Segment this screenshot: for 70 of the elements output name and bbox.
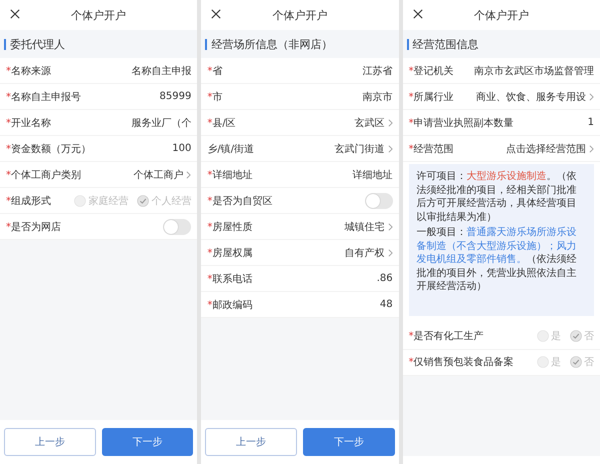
scope-note: 许可项目：大型游乐设施制造。（依法须经批准的项目，经相关部门批准后方可开展经营活动，具体经营项目以审批结果为准） 一般项目：普通露天游乐场所游乐设备制造（不含大型游乐设施）；风力发电机组及零部件销售。（依法须经批准的项目外，凭营业执照依法自主开展经营活动）	[408, 164, 594, 316]
chevron-icon[interactable]	[388, 118, 393, 126]
field-label: *名称来源	[6, 64, 51, 78]
field-value[interactable]: 江苏省	[362, 64, 393, 78]
field-label: *登记机关	[408, 64, 454, 78]
field-label: *是否有化工生产	[408, 330, 484, 343]
chevron-icon[interactable]	[388, 222, 393, 230]
field-label: 乡/镇/街道	[207, 142, 254, 156]
field-label: *是否为网店	[6, 220, 61, 234]
field-value[interactable]: 1	[588, 117, 594, 128]
toggle-switch[interactable]	[163, 218, 192, 234]
close-icon[interactable]	[211, 9, 222, 19]
page-title: 个体户开户	[474, 8, 529, 22]
close-icon[interactable]	[412, 9, 423, 19]
chevron-icon[interactable]	[186, 170, 192, 178]
field-label: *是否为自贸区	[207, 194, 272, 208]
back-button[interactable]: 上一步	[4, 428, 96, 456]
radio-icon[interactable]	[536, 356, 549, 368]
field-label: *房屋权属	[207, 246, 252, 260]
field-label: *仅销售预包装食品备案	[408, 356, 514, 369]
field-value[interactable]: 南京市玄武区市场监督管理	[474, 64, 594, 78]
radio-icon[interactable]	[536, 330, 549, 342]
field-value[interactable]: 100	[172, 143, 192, 154]
field-value[interactable]: 个体工商户	[133, 168, 184, 182]
close-icon[interactable]	[10, 9, 20, 19]
field-label: *组成形式	[6, 194, 51, 208]
field-value[interactable]: 名称自主申报	[131, 64, 192, 78]
field-label: *联系电话	[207, 272, 252, 286]
chevron-icon[interactable]	[388, 144, 393, 152]
field-value[interactable]: 南京市	[362, 90, 393, 104]
field-value[interactable]: 自有产权	[344, 246, 385, 260]
field-label: *个体工商户类别	[6, 168, 81, 182]
field-label: *所属行业	[408, 90, 454, 104]
page-title: 个体户开户	[71, 8, 126, 22]
chevron-icon[interactable]	[388, 248, 393, 256]
checked-radio-icon[interactable]	[570, 356, 582, 368]
field-label: *申请营业执照副本数量	[408, 116, 514, 130]
chevron-icon[interactable]	[588, 144, 594, 152]
field-value[interactable]: .86	[376, 273, 393, 284]
section-header: 委托代理人	[0, 30, 198, 58]
page-title: 个体户开户	[272, 8, 328, 22]
back-button[interactable]: 上一步	[205, 428, 297, 456]
field-label: *经营范围	[408, 142, 454, 156]
field-label: *资金数额（万元）	[6, 142, 91, 156]
field-value[interactable]: 玄武区	[354, 116, 385, 130]
radio-icon[interactable]	[74, 194, 86, 206]
checked-radio-icon[interactable]	[137, 194, 150, 206]
field-value[interactable]: 玄武门街道	[334, 142, 385, 156]
chevron-icon[interactable]	[588, 92, 594, 100]
field-value[interactable]: 详细地址	[352, 168, 393, 182]
field-label: *市	[207, 90, 222, 104]
field-label: *详细地址	[207, 168, 252, 182]
field-value[interactable]: 48	[380, 299, 393, 310]
field-label: *县/区	[207, 116, 236, 130]
field-value[interactable]: 商业、饮食、服务专用设	[476, 90, 586, 104]
field-label: *房屋性质	[207, 220, 252, 234]
next-button[interactable]: 下一步	[303, 428, 395, 456]
field-label: *邮政编码	[207, 298, 252, 312]
field-value[interactable]: 城镇住宅	[344, 220, 385, 234]
section-header: 经营场所信息（非网店）	[201, 30, 399, 58]
field-value[interactable]: 点击选择经营范围	[506, 142, 586, 156]
field-label: *省	[207, 64, 222, 78]
field-value[interactable]: 85999	[160, 91, 192, 102]
toggle-switch[interactable]	[364, 192, 393, 208]
field-label: *开业名称	[6, 116, 51, 130]
checked-radio-icon[interactable]	[570, 330, 582, 342]
section-header: 经营范围信息	[402, 30, 600, 58]
field-label: *名称自主申报号	[6, 90, 81, 104]
field-value[interactable]: 服务业厂（个	[131, 116, 192, 130]
next-button[interactable]: 下一步	[102, 428, 194, 456]
